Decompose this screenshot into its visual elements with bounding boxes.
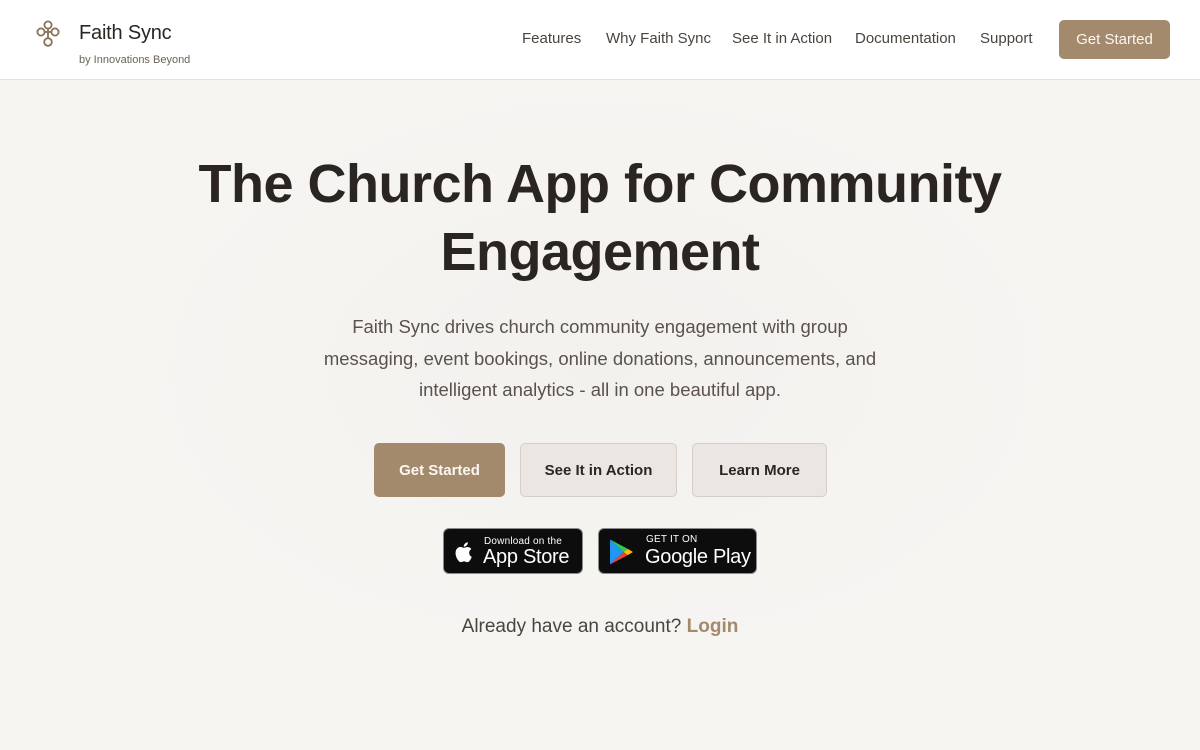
app-store-badge[interactable]: Download on the App Store (443, 528, 583, 574)
hero-desc-line2: messaging, event bookings, online donati… (323, 347, 877, 369)
google-play-big-text: Google Play (645, 546, 751, 568)
learn-more-button[interactable]: Learn More (692, 443, 827, 497)
google-play-badge[interactable]: GET IT ON Google Play (598, 528, 757, 574)
nav-why-faith-sync[interactable]: Why Faith Sync (606, 30, 711, 47)
login-prompt: Already have an account? Login (300, 616, 900, 638)
apple-icon (455, 542, 472, 563)
hero-desc-line1: Faith Sync drives church community engag… (352, 316, 848, 337)
hero-title-line2: Engagement (440, 222, 760, 282)
hero-description: Faith Sync drives church community engag… (320, 311, 880, 406)
login-link[interactable]: Login (687, 616, 739, 637)
hero-title-line1: The Church App for Community (198, 154, 1002, 214)
brand-name[interactable]: Faith Sync (79, 22, 172, 45)
hero-title: The Church App for Community Engagement (100, 150, 1100, 286)
nav-see-it-in-action[interactable]: See It in Action (732, 30, 832, 47)
nav-documentation[interactable]: Documentation (855, 30, 956, 47)
hero-desc-line3: intelligent analytics - all in one beaut… (418, 379, 781, 400)
get-started-button[interactable]: Get Started (374, 443, 505, 497)
header-get-started-button[interactable]: Get Started (1059, 20, 1170, 59)
nav-features[interactable]: Features (522, 30, 581, 47)
google-play-small-text: GET IT ON (646, 534, 698, 545)
site-header: Faith Sync by Innovations Beyond Feature… (0, 0, 1200, 80)
google-play-icon (610, 539, 633, 565)
login-prompt-text: Already have an account? (461, 616, 682, 637)
brand-subtitle: by Innovations Beyond (79, 54, 191, 66)
app-store-big-text: App Store (483, 546, 570, 568)
see-it-in-action-button[interactable]: See It in Action (520, 443, 677, 497)
cross-logo-icon[interactable] (36, 20, 60, 48)
nav-support[interactable]: Support (980, 30, 1033, 47)
